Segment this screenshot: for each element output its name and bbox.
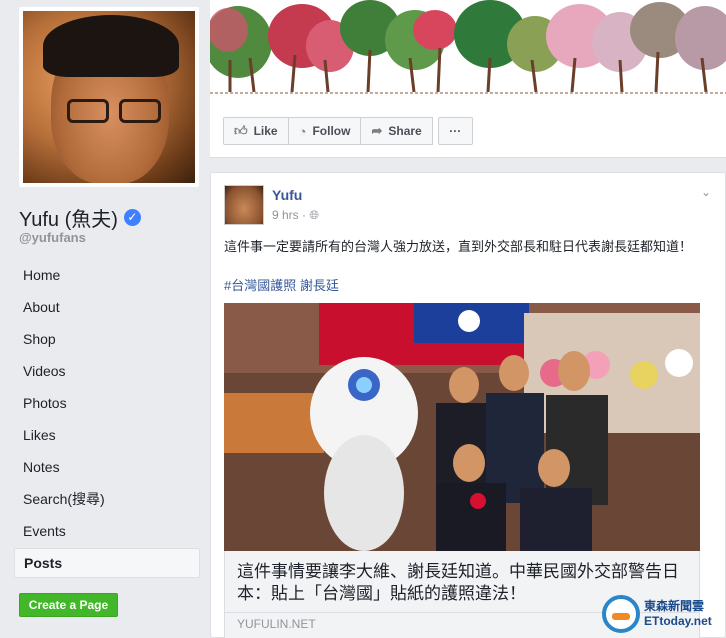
follow-label: Follow	[312, 124, 351, 138]
nav-item-shop[interactable]: Shop	[14, 323, 200, 355]
watermark-text: 東森新聞雲 ETtoday.net	[644, 599, 712, 629]
post-hashtags[interactable]: #台灣國護照 謝長廷	[224, 275, 339, 294]
author-avatar[interactable]	[224, 185, 264, 225]
post-text: 這件事一定要請所有的台灣人強力放送，直到外交部長和駐日代表謝長廷都知道！	[224, 239, 693, 254]
nav-item-home[interactable]: Home	[14, 259, 200, 291]
nav-item-about[interactable]: About	[14, 291, 200, 323]
ettoday-logo-icon	[602, 595, 640, 633]
verified-badge-icon: ✓	[123, 209, 141, 226]
post-author-link[interactable]: Yufu	[272, 187, 302, 203]
share-label: Share	[388, 124, 422, 138]
nav-item-photos[interactable]: Photos	[14, 387, 200, 419]
post-timestamp[interactable]: 9 hrs · 🌐︎	[272, 208, 319, 223]
page-nav: Home About Shop Videos Photos Likes Note…	[14, 259, 200, 578]
page-actions: 👍︎ Like ◔ Follow ➦ Share ···	[223, 117, 473, 145]
like-label: Like	[253, 124, 278, 138]
page-name-text[interactable]: Yufu (魚夫)	[19, 203, 118, 232]
nav-item-posts[interactable]: Posts	[14, 548, 200, 578]
share-button[interactable]: ➦ Share	[360, 117, 433, 145]
cover-area: 👍︎ Like ◔ Follow ➦ Share ···	[210, 0, 726, 158]
nav-item-events[interactable]: Events	[14, 515, 200, 547]
chevron-down-icon[interactable]: ⌄	[701, 185, 711, 199]
more-options-button[interactable]: ···	[437, 117, 473, 145]
rss-icon: ◔	[298, 123, 307, 139]
ettoday-watermark: 東森新聞雲 ETtoday.net	[602, 594, 720, 634]
post-card: Yufu 9 hrs · 🌐︎ ⌄ 這件事一定要請所有的台灣人強力放送，直到外交…	[210, 172, 726, 638]
create-page-button[interactable]: Create a Page	[19, 593, 118, 617]
profile-picture[interactable]	[19, 7, 199, 187]
nav-item-search[interactable]: Search(搜尋)	[14, 483, 200, 515]
nav-item-likes[interactable]: Likes	[14, 419, 200, 451]
nav-item-notes[interactable]: Notes	[14, 451, 200, 483]
post-time-text: 9 hrs ·	[272, 208, 307, 222]
cover-photo[interactable]	[210, 0, 726, 104]
page-title[interactable]: Yufu (魚夫) ✓	[19, 203, 141, 232]
like-button[interactable]: 👍︎ Like	[223, 117, 289, 145]
share-arrow-icon: ➦	[371, 123, 383, 138]
nav-item-videos[interactable]: Videos	[14, 355, 200, 387]
follow-button[interactable]: ◔ Follow	[287, 117, 362, 145]
watermark-line2: ETtoday.net	[644, 614, 712, 628]
left-sidebar: Yufu (魚夫) ✓ @yufufans Home About Shop Vi…	[0, 0, 210, 638]
profile-glasses	[61, 99, 165, 127]
link-preview-image[interactable]	[224, 303, 700, 551]
thumbs-up-icon: 👍︎	[234, 123, 248, 138]
page-handle[interactable]: @yufufans	[19, 230, 86, 245]
globe-icon: 🌐︎	[309, 208, 319, 222]
profile-hair	[43, 15, 179, 77]
watermark-line1: 東森新聞雲	[644, 599, 705, 613]
